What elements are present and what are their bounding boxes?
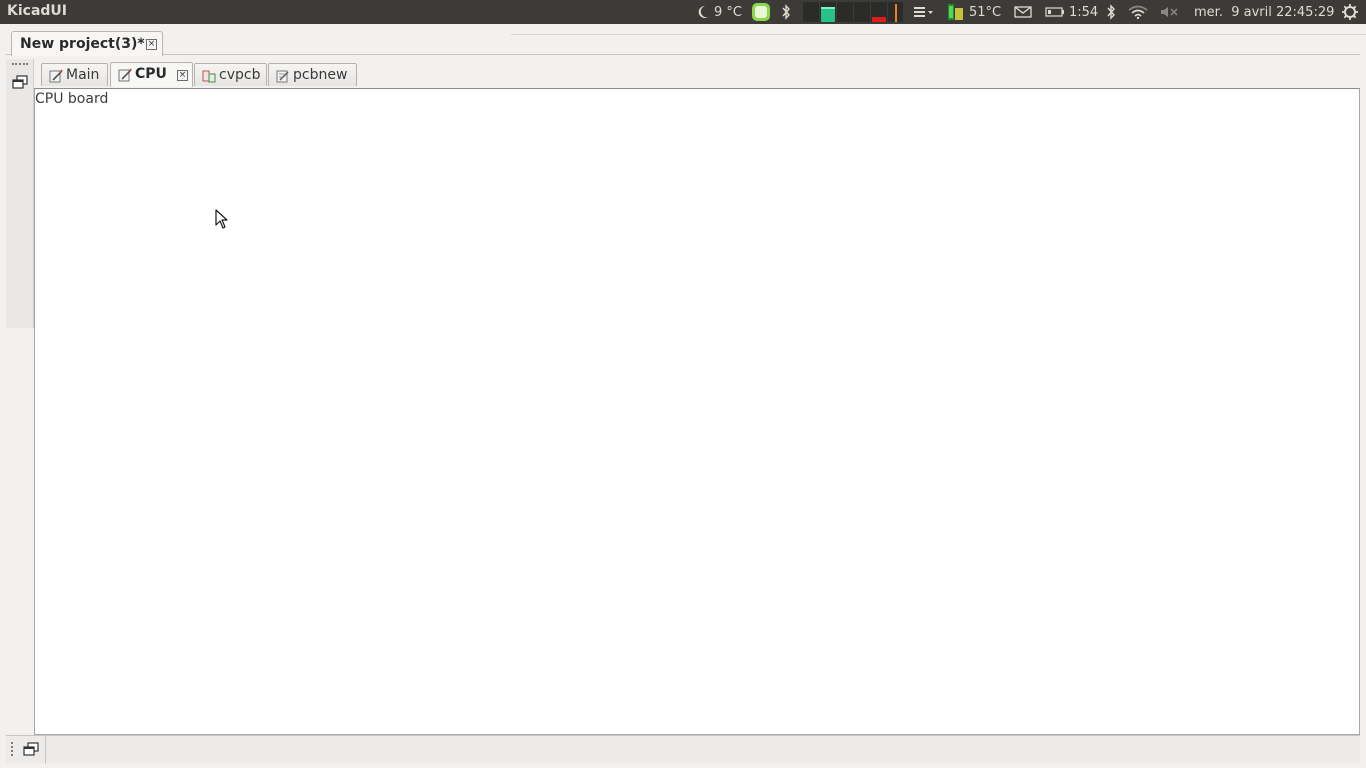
bluetooth-indicator-2[interactable]	[1106, 0, 1116, 24]
left-dock-strip	[6, 59, 34, 328]
mouse-cursor-icon	[215, 209, 228, 229]
project-tab-bar: New project(3)* ×	[6, 29, 1366, 56]
tab-pcbnew[interactable]: pcbnew	[268, 63, 357, 86]
tab-cvpcb[interactable]: cvpcb	[194, 63, 267, 86]
bottom-bar-divider	[45, 736, 46, 764]
clock-indicator[interactable]: mer. 9 avril 22:45:29	[1194, 0, 1334, 24]
app-title: KicadUI	[7, 3, 67, 19]
session-gear-icon	[1342, 4, 1358, 20]
top-panel: KicadUI 9 °C 51°C 1:54 mer. 9 avril 22:4…	[0, 0, 1366, 24]
bottom-dock-grip[interactable]	[11, 742, 13, 756]
cvpcb-icon	[202, 70, 216, 83]
moon-icon	[698, 5, 708, 18]
battery-time: 1:54	[1069, 4, 1099, 20]
tab-cpu[interactable]: CPU ×	[110, 62, 193, 87]
tab-label: cvpcb	[219, 67, 261, 83]
sound-indicator[interactable]	[1160, 0, 1180, 24]
tab-cpu-close-button[interactable]: ×	[177, 70, 188, 81]
datetime: mer. 9 avril 22:45:29	[1194, 4, 1335, 20]
evernote-icon	[752, 3, 770, 21]
menu-icon	[914, 7, 933, 17]
weather-indicator[interactable]: 9 °C	[697, 0, 742, 24]
battery-icon	[1045, 7, 1064, 17]
restore-dock-icon[interactable]	[12, 75, 28, 89]
bluetooth-indicator[interactable]	[781, 0, 791, 24]
left-dock-grip[interactable]	[12, 63, 28, 65]
session-indicator[interactable]	[1341, 0, 1359, 24]
weather-temperature: 9 °C	[714, 4, 742, 20]
battery-indicator[interactable]: 1:54	[1045, 0, 1098, 24]
tab-label: CPU	[135, 66, 167, 82]
bluetooth-icon	[782, 4, 790, 20]
wifi-icon	[1128, 5, 1148, 19]
app-menu-indicator[interactable]	[914, 0, 934, 24]
cpu-temperature-indicator[interactable]: 51°C	[946, 0, 1001, 24]
schematic-icon	[49, 69, 63, 83]
project-tab-label: New project(3)*	[20, 36, 145, 52]
tab-new-project[interactable]: New project(3)* ×	[11, 31, 163, 56]
evernote-indicator[interactable]	[751, 0, 771, 24]
document-tab-bar: Main CPU × cvpcb pcbnew	[34, 59, 1360, 88]
tab-main[interactable]: Main	[41, 63, 108, 86]
restore-dock-icon[interactable]	[23, 742, 39, 756]
tabbar-divider	[511, 34, 1366, 35]
system-monitor[interactable]	[803, 0, 903, 24]
content-text: CPU board	[35, 91, 109, 107]
tab-label: pcbnew	[293, 67, 348, 83]
cpu-temperature: 51°C	[969, 4, 1002, 20]
bluetooth-icon	[1107, 4, 1115, 20]
temperature-sensor-icon	[948, 4, 963, 20]
bottom-dock-bar	[6, 735, 1360, 764]
network-indicator[interactable]	[1128, 0, 1148, 24]
pcbnew-icon	[276, 70, 289, 83]
document-content-area[interactable]: CPU board	[34, 88, 1360, 735]
schematic-icon	[118, 68, 132, 82]
messaging-indicator[interactable]	[1014, 0, 1032, 24]
main-window: New project(3)* × Main CPU × cvpcb pcbne…	[0, 24, 1366, 768]
volume-muted-icon	[1161, 7, 1178, 17]
mail-icon	[1014, 6, 1032, 18]
system-monitor-icon	[803, 2, 903, 22]
project-tab-close-button[interactable]: ×	[146, 39, 157, 50]
tab-label: Main	[66, 67, 100, 83]
